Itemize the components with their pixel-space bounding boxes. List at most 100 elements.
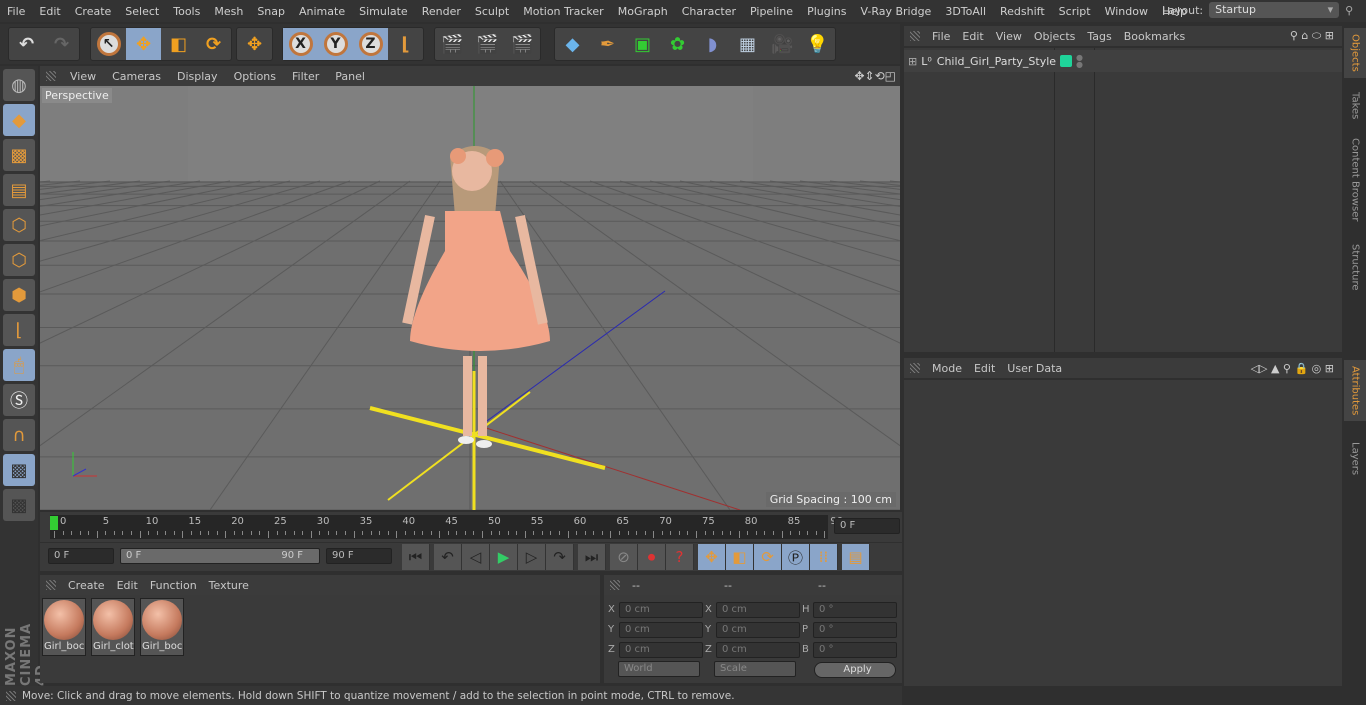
side-tab-attributes[interactable]: Attributes bbox=[1344, 360, 1366, 422]
search-icon[interactable]: ⚲ bbox=[1345, 4, 1353, 17]
object-name[interactable]: Child_Girl_Party_Style bbox=[937, 55, 1056, 68]
menu-mesh[interactable]: Mesh bbox=[207, 5, 250, 18]
menu-character[interactable]: Character bbox=[675, 5, 743, 18]
object-menu-edit[interactable]: Edit bbox=[956, 30, 989, 43]
start-frame-field[interactable]: 0 F bbox=[48, 548, 114, 564]
menu-window[interactable]: Window bbox=[1098, 5, 1155, 18]
select-tool-icon[interactable]: ↖ bbox=[91, 28, 126, 60]
auto-key-icon[interactable]: ? bbox=[666, 544, 694, 570]
key-position-icon[interactable]: ✥ bbox=[698, 544, 726, 570]
current-frame-field[interactable]: 0 F bbox=[834, 518, 900, 534]
move-tool-icon[interactable]: ✥ bbox=[126, 28, 161, 60]
key-rotation-icon[interactable]: ⟳ bbox=[754, 544, 782, 570]
viewport-menu-filter[interactable]: Filter bbox=[284, 70, 327, 83]
scale-tool-icon[interactable]: ◧ bbox=[161, 28, 196, 60]
redo-icon[interactable]: ↷ bbox=[44, 28, 79, 60]
menu-tools[interactable]: Tools bbox=[166, 5, 207, 18]
menu-create[interactable]: Create bbox=[68, 5, 119, 18]
texture-mode-icon[interactable]: ▩ bbox=[3, 139, 35, 171]
side-tab-takes[interactable]: Takes bbox=[1344, 86, 1366, 125]
viewport-nav-icons[interactable]: ✥⇕⟲◰ bbox=[854, 69, 896, 83]
menu-sculpt[interactable]: Sculpt bbox=[468, 5, 516, 18]
light-icon[interactable]: 💡 bbox=[800, 28, 835, 60]
viewport-menu-cameras[interactable]: Cameras bbox=[104, 70, 169, 83]
key-pla-icon[interactable]: ⁞⁞ bbox=[810, 544, 838, 570]
coord-field[interactable]: 0 ° bbox=[813, 602, 897, 618]
deformer-icon[interactable]: ◗ bbox=[695, 28, 730, 60]
timeline[interactable]: 051015202530354045505560657075808590 0 F bbox=[40, 512, 902, 542]
menu-plugins[interactable]: Plugins bbox=[800, 5, 853, 18]
key-parameter-icon[interactable]: Ⓟ bbox=[782, 544, 810, 570]
coord-field[interactable]: 0 ° bbox=[813, 622, 897, 638]
record-keys-icon[interactable]: ⏺ bbox=[638, 544, 666, 570]
attribute-menu-user-data[interactable]: User Data bbox=[1001, 362, 1068, 375]
go-to-start-icon[interactable]: ⏮ bbox=[402, 544, 430, 570]
points-mode-icon[interactable]: ⬡ bbox=[3, 209, 35, 241]
menu-script[interactable]: Script bbox=[1052, 5, 1098, 18]
render-settings-icon[interactable]: 🎬 bbox=[505, 28, 540, 60]
render-view-icon[interactable]: 🎬 bbox=[435, 28, 470, 60]
previous-key-icon[interactable]: ↶ bbox=[434, 544, 462, 570]
world-dropdown[interactable]: World bbox=[618, 661, 700, 677]
material-menu-create[interactable]: Create bbox=[62, 579, 111, 592]
tweak-mode-icon[interactable]: 🖱 bbox=[3, 349, 35, 381]
apply-button[interactable]: Apply bbox=[814, 662, 896, 678]
side-tab-structure[interactable]: Structure bbox=[1344, 238, 1366, 297]
viewport-perspective[interactable]: Perspective Grid Spacing : 100 cm bbox=[40, 86, 900, 510]
move-icon[interactable]: ✥ bbox=[237, 28, 272, 60]
undo-icon[interactable]: ↶ bbox=[9, 28, 44, 60]
menu-3dtoall[interactable]: 3DToAll bbox=[938, 5, 993, 18]
menu-animate[interactable]: Animate bbox=[292, 5, 352, 18]
play-icon[interactable]: ▶ bbox=[490, 544, 518, 570]
viewport-menu-panel[interactable]: Panel bbox=[327, 70, 373, 83]
menu-file[interactable]: File bbox=[0, 5, 32, 18]
lock-workplane-icon[interactable]: ▩ bbox=[3, 454, 35, 486]
menu-edit[interactable]: Edit bbox=[32, 5, 67, 18]
object-menu-view[interactable]: View bbox=[990, 30, 1028, 43]
magnet-icon[interactable]: ∩ bbox=[3, 419, 35, 451]
polygons-mode-icon[interactable]: ⬢ bbox=[3, 279, 35, 311]
timeline-window-icon[interactable]: ▤ bbox=[842, 544, 870, 570]
scale-dropdown[interactable]: Scale bbox=[714, 661, 796, 677]
playhead[interactable] bbox=[50, 516, 58, 530]
side-tab-objects[interactable]: Objects bbox=[1344, 28, 1366, 78]
make-editable-icon[interactable]: ◍ bbox=[3, 69, 35, 101]
attribute-menu-mode[interactable]: Mode bbox=[926, 362, 968, 375]
camera-icon[interactable]: 🎥 bbox=[765, 28, 800, 60]
pen-icon[interactable]: ✒ bbox=[590, 28, 625, 60]
viewport-menu-display[interactable]: Display bbox=[169, 70, 226, 83]
y-axis-icon[interactable]: Y bbox=[318, 28, 353, 60]
side-tab-layers[interactable]: Layers bbox=[1344, 436, 1366, 481]
floor-icon[interactable]: ▦ bbox=[730, 28, 765, 60]
visibility-dots-icon[interactable]: ● ● bbox=[1076, 54, 1083, 69]
object-menu-bookmarks[interactable]: Bookmarks bbox=[1118, 30, 1191, 43]
menu-render[interactable]: Render bbox=[415, 5, 468, 18]
cube-icon[interactable]: ◆ bbox=[555, 28, 590, 60]
viewport-menu-view[interactable]: View bbox=[62, 70, 104, 83]
coordinate-system-icon[interactable]: ⌊ bbox=[388, 28, 423, 60]
snap-icon[interactable]: Ⓢ bbox=[3, 384, 35, 416]
previous-frame-icon[interactable]: ◁ bbox=[462, 544, 490, 570]
attribute-menu-edit[interactable]: Edit bbox=[968, 362, 1001, 375]
mograph-cloner-icon[interactable]: ✿ bbox=[660, 28, 695, 60]
material-menu-function[interactable]: Function bbox=[144, 579, 203, 592]
next-key-icon[interactable]: ↷ bbox=[546, 544, 574, 570]
menu-pipeline[interactable]: Pipeline bbox=[743, 5, 800, 18]
coord-field[interactable]: 0 cm bbox=[716, 622, 800, 638]
menu-snap[interactable]: Snap bbox=[250, 5, 292, 18]
end-frame-field[interactable]: 90 F bbox=[326, 548, 392, 564]
timeline-ruler[interactable]: 051015202530354045505560657075808590 bbox=[50, 515, 843, 539]
side-tab-content-browser[interactable]: Content Browser bbox=[1344, 132, 1366, 227]
object-menu-objects[interactable]: Objects bbox=[1028, 30, 1082, 43]
layout-dropdown[interactable]: Startup bbox=[1209, 2, 1340, 18]
menu-motion-tracker[interactable]: Motion Tracker bbox=[516, 5, 610, 18]
material-swatch[interactable]: Girl_boc bbox=[140, 598, 184, 656]
coord-field[interactable]: 0 cm bbox=[619, 602, 703, 618]
material-menu-edit[interactable]: Edit bbox=[111, 579, 144, 592]
workplane-rotate-icon[interactable]: ▩ bbox=[3, 489, 35, 521]
object-manager-icons[interactable]: ⚲ ⌂ ⬭ ⊞ bbox=[1284, 29, 1340, 43]
layer-color-tag[interactable] bbox=[1060, 55, 1072, 67]
model-mode-icon[interactable]: ◆ bbox=[3, 104, 35, 136]
object-row[interactable]: ⊞ L⁰ Child_Girl_Party_Style ● ● bbox=[904, 50, 1342, 72]
object-menu-tags[interactable]: Tags bbox=[1081, 30, 1117, 43]
